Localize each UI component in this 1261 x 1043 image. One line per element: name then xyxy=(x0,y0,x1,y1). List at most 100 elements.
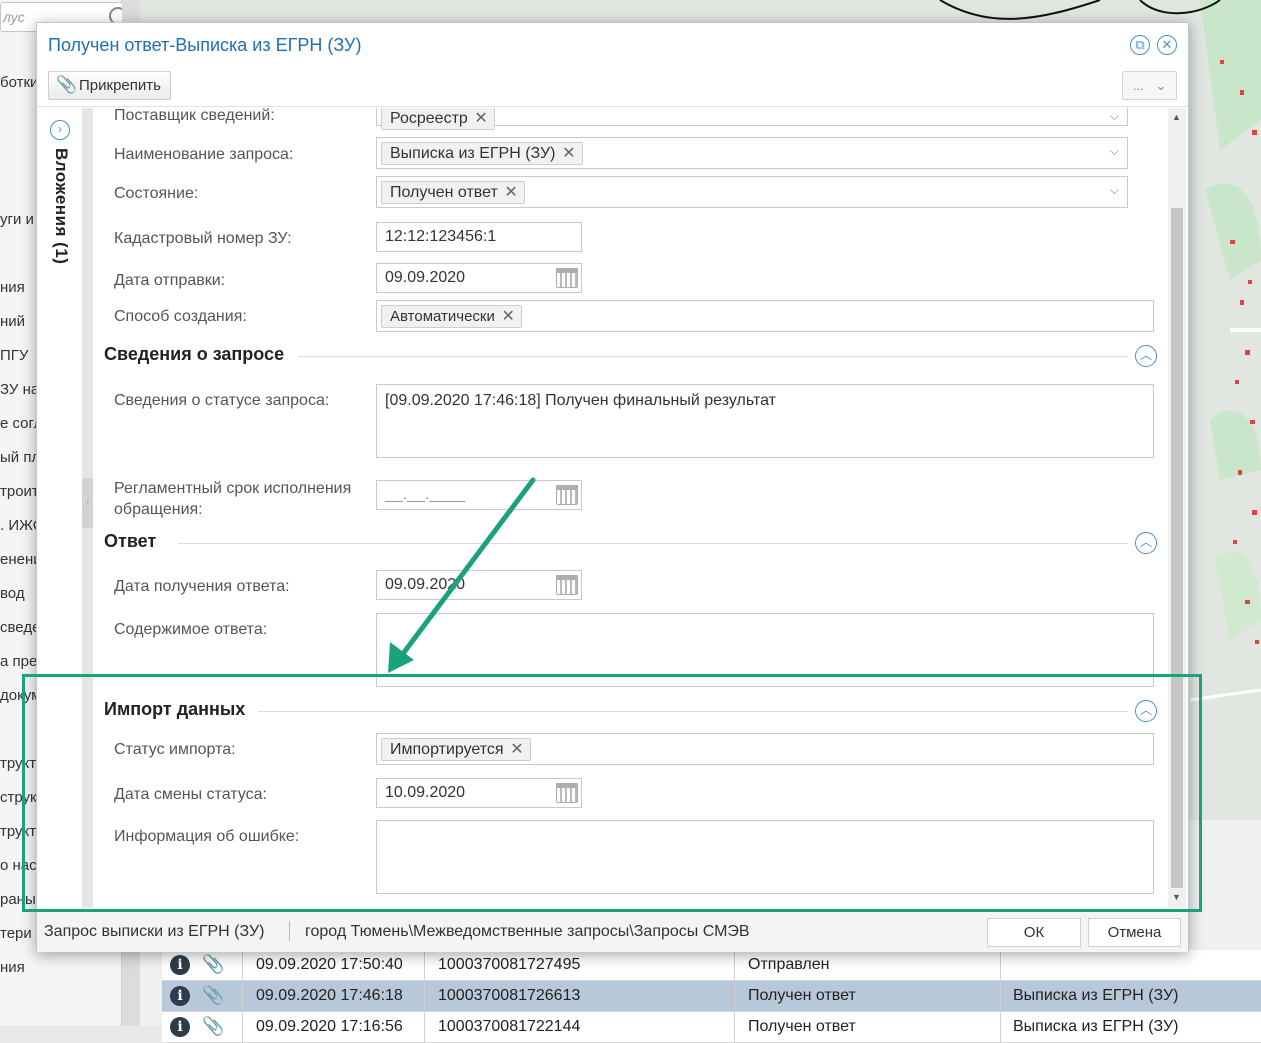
sidebar-item[interactable]: уги и xyxy=(0,211,34,228)
column-separator xyxy=(242,950,243,981)
calendar-icon[interactable] xyxy=(556,485,578,505)
request-status-textarea[interactable]: [09.09.2020 17:46:18] Получен финальный … xyxy=(376,384,1154,458)
supplier-select[interactable]: Росреестр ✕ ⌵ xyxy=(376,108,1128,130)
remove-icon[interactable]: ✕ xyxy=(510,739,523,759)
close-icon[interactable]: ✕ xyxy=(1157,35,1177,55)
form-scrollbar[interactable]: ▲ ▼ xyxy=(1168,108,1186,908)
sidebar-item[interactable]: струк xyxy=(0,789,37,806)
column-separator xyxy=(424,981,425,1012)
sidebar-item[interactable]: трукт xyxy=(0,823,36,840)
section-divider xyxy=(178,543,1128,544)
deadline-input[interactable]: __.__.____ xyxy=(376,480,582,510)
column-separator xyxy=(1000,1012,1001,1043)
state-label: Состояние: xyxy=(114,185,199,202)
request-name-select[interactable]: Выписка из ЕГРН (ЗУ) ✕ ⌵ xyxy=(376,137,1128,169)
remove-icon[interactable]: ✕ xyxy=(501,306,514,326)
tag-chip: Получен ответ ✕ xyxy=(381,181,525,204)
info-icon[interactable]: i xyxy=(170,955,190,975)
sidebar-item[interactable]: тери xyxy=(0,925,32,942)
scroll-up-icon[interactable]: ▲ xyxy=(1172,112,1181,122)
section-divider xyxy=(298,356,1128,357)
scroll-thumb[interactable] xyxy=(1171,208,1183,888)
table-row[interactable]: i 📎 09.09.2020 17:46:18 1000370081726613 Пол… xyxy=(162,981,1261,1012)
error-info-textarea[interactable] xyxy=(376,820,1154,894)
response-date-input[interactable]: 09.09.2020 xyxy=(376,570,582,600)
info-icon[interactable]: i xyxy=(170,1017,190,1037)
more-label: ... xyxy=(1133,78,1144,93)
calendar-icon[interactable] xyxy=(556,268,578,288)
collapse-up-icon[interactable]: ︿ xyxy=(1135,700,1157,722)
row-number: 1000370081722144 xyxy=(438,1018,581,1035)
search-placeholder: лус xyxy=(3,9,25,25)
cancel-button[interactable]: Отмена xyxy=(1088,918,1181,947)
sidebar-item[interactable]: ботки xyxy=(0,74,38,91)
state-select[interactable]: Получен ответ ✕ ⌵ xyxy=(376,176,1128,208)
column-separator xyxy=(242,1012,243,1043)
sidebar-item[interactable]: вод xyxy=(0,585,25,602)
request-name-label: Наименование запроса: xyxy=(114,146,294,163)
sidebar-item[interactable]: трукт xyxy=(0,755,36,772)
sidebar-item[interactable]: ПГУ xyxy=(0,347,28,364)
calendar-icon[interactable] xyxy=(556,575,578,595)
sidebar-item[interactable]: ЗУ на xyxy=(0,381,39,398)
column-separator xyxy=(734,1012,735,1043)
info-icon[interactable]: i xyxy=(170,986,190,1006)
sidebar-item[interactable]: а пре xyxy=(0,653,37,670)
attach-button[interactable]: 📎 Прикрепить xyxy=(48,71,171,100)
collapse-up-icon[interactable]: ︿ xyxy=(1135,532,1157,554)
ok-button[interactable]: ОК xyxy=(987,918,1081,947)
creation-method-select[interactable]: Автоматически ✕ xyxy=(376,300,1154,332)
attachments-panel: › Вложения (1) xyxy=(37,108,82,908)
chevron-down-icon[interactable]: ⌵ xyxy=(1110,144,1119,159)
import-status-label: Статус импорта: xyxy=(114,741,236,758)
splitter-grip[interactable]: › xyxy=(82,478,93,528)
paperclip-icon[interactable]: 📎 xyxy=(202,1016,224,1037)
table-row[interactable]: i 📎 09.09.2020 17:16:56 1000370081722144 Пол… xyxy=(162,1012,1261,1043)
column-separator xyxy=(734,981,735,1012)
response-content-textarea[interactable] xyxy=(376,613,1154,687)
attachments-label[interactable]: Вложения (1) xyxy=(51,148,71,264)
deadline-value: __.__.____ xyxy=(385,486,466,503)
status-change-date-value: 10.09.2020 xyxy=(385,784,466,801)
row-type: Выписка из ЕГРН (ЗУ) xyxy=(1013,1018,1179,1035)
form-content: Поставщик сведений: Росреестр ✕ ⌵ Наимено… xyxy=(93,108,1168,908)
tag-chip: Импортируется ✕ xyxy=(381,738,531,761)
tag-text: Автоматически xyxy=(390,308,495,325)
remove-icon[interactable]: ✕ xyxy=(504,182,517,202)
maximize-icon[interactable]: ⧉ xyxy=(1130,35,1150,55)
document-path: город Тюмень\Межведомственные запросы\За… xyxy=(305,923,750,940)
paperclip-icon[interactable]: 📎 xyxy=(202,954,224,975)
import-status-select[interactable]: Импортируется ✕ xyxy=(376,733,1154,765)
dialog-footer: Запрос выписки из ЕГРН (ЗУ) город Тюмень… xyxy=(37,910,1188,952)
calendar-icon[interactable] xyxy=(556,783,578,803)
sidebar-item[interactable]: ния xyxy=(0,279,25,296)
send-date-input[interactable]: 09.09.2020 xyxy=(376,263,582,293)
panel-splitter[interactable]: › xyxy=(82,108,93,908)
error-info-label: Информация об ошибке: xyxy=(114,828,300,845)
remove-icon[interactable]: ✕ xyxy=(562,143,575,163)
sidebar-item[interactable]: ний xyxy=(0,313,25,330)
paperclip-icon[interactable]: 📎 xyxy=(202,985,224,1006)
sidebar-item[interactable]: сведе xyxy=(0,619,40,636)
chevron-down-icon[interactable]: ⌵ xyxy=(1110,183,1119,198)
chevron-down-icon[interactable]: ⌵ xyxy=(1110,109,1119,124)
document-type: Запрос выписки из ЕГРН (ЗУ) xyxy=(44,923,265,940)
table-row[interactable]: i 📎 09.09.2020 17:50:40 1000370081727495 Отп… xyxy=(162,950,1261,981)
sidebar-item[interactable]: ый пл xyxy=(0,449,40,466)
sidebar-item[interactable]: троит xyxy=(0,483,39,500)
section-response-title: Ответ xyxy=(104,531,157,551)
response-date-label: Дата получения ответа: xyxy=(114,578,290,595)
remove-icon[interactable]: ✕ xyxy=(474,108,487,128)
sidebar-item[interactable]: раны xyxy=(0,891,36,908)
row-datetime: 09.09.2020 17:16:56 xyxy=(256,1018,403,1035)
footer-separator xyxy=(289,921,290,941)
sidebar-item[interactable]: ния xyxy=(0,959,25,976)
expand-panel-icon[interactable]: › xyxy=(50,120,70,140)
tag-text: Импортируется xyxy=(390,741,504,758)
scroll-down-icon[interactable]: ▼ xyxy=(1172,892,1181,902)
more-actions-button[interactable]: ... ⌄ xyxy=(1122,71,1177,100)
request-status-label: Сведения о статусе запроса: xyxy=(114,392,330,409)
status-change-date-input[interactable]: 10.09.2020 xyxy=(376,778,582,808)
cadastral-input[interactable]: 12:12:123456:1 xyxy=(376,222,582,252)
collapse-up-icon[interactable]: ︿ xyxy=(1135,345,1157,367)
